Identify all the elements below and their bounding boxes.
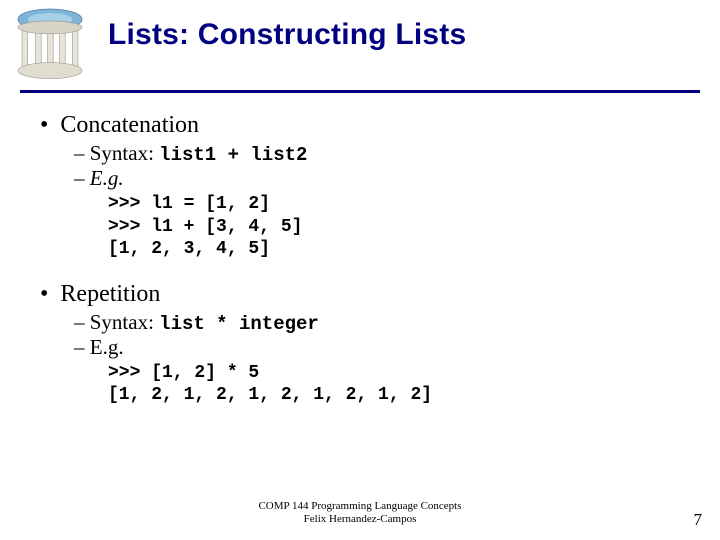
footer-line2: Felix Hernandez-Campos (304, 513, 417, 525)
spacer (40, 271, 690, 281)
concat-heading: Concatenation (60, 112, 199, 138)
repeat-syntax-code: list * integer (159, 313, 319, 335)
unc-old-well-logo (10, 5, 90, 85)
slide-content: • Concatenation – Syntax: list1 + list2 … (40, 112, 690, 417)
footer: COMP 144 Programming Language Concepts F… (0, 500, 720, 526)
repeat-heading: Repetition (60, 281, 160, 307)
title-underline (20, 90, 700, 93)
slide: Lists: Constructing Lists • Concatenatio… (0, 0, 720, 540)
footer-line1: COMP 144 Programming Language Concepts (258, 500, 461, 512)
eg-label: E.g. (90, 166, 124, 190)
syntax-label: Syntax: (90, 141, 154, 165)
bullet-repetition: • Repetition (40, 281, 690, 308)
eg-label-2: E.g. (90, 335, 124, 359)
bullet-concatenation: • Concatenation (40, 112, 690, 139)
repeat-code-block: >>> [1, 2] * 5 [1, 2, 1, 2, 1, 2, 1, 2, … (108, 362, 690, 407)
syntax-label-2: Syntax: (90, 310, 154, 334)
repeat-syntax-line: – Syntax: list * integer (74, 310, 690, 335)
concat-code-block: >>> l1 = [1, 2] >>> l1 + [3, 4, 5] [1, 2… (108, 193, 690, 261)
repeat-eg-line: – E.g. (74, 335, 690, 360)
page-number: 7 (694, 510, 703, 530)
slide-title: Lists: Constructing Lists (108, 18, 466, 52)
concat-syntax-code: list1 + list2 (159, 144, 307, 166)
concat-syntax-line: – Syntax: list1 + list2 (74, 141, 690, 166)
concat-eg-line: – E.g. (74, 166, 690, 191)
